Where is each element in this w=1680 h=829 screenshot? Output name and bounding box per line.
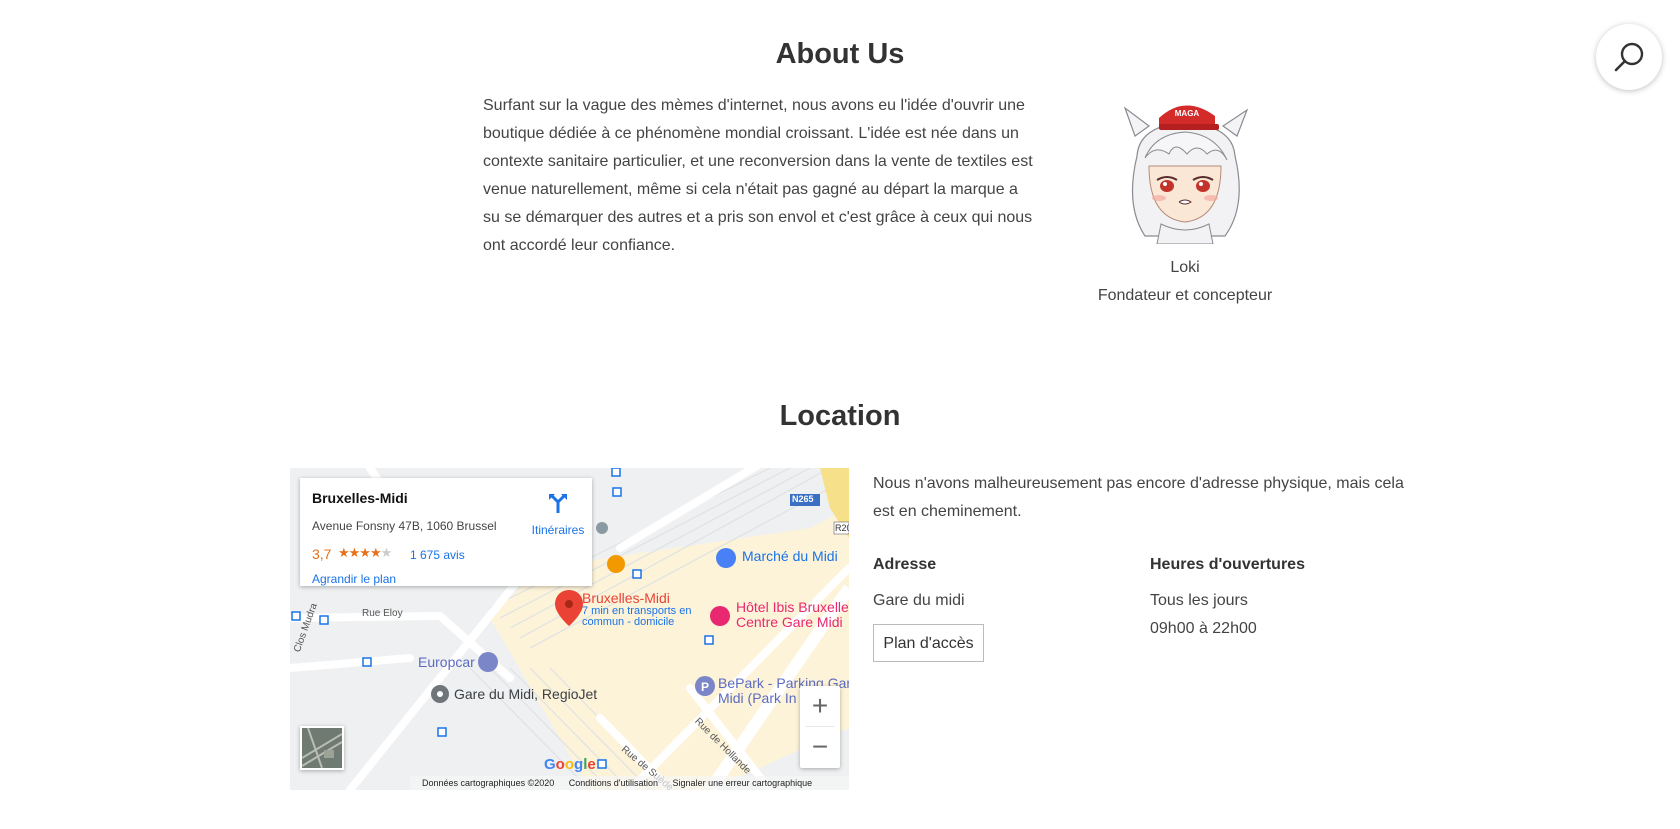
map-label-gare[interactable]: Gare du Midi, RegioJet [454, 686, 597, 702]
google-logo: Google [544, 756, 596, 773]
hours-heading: Heures d'ouvertures [1150, 556, 1305, 573]
map-label-transit: 7 min en transports en commun - domicile [582, 605, 692, 628]
founder-avatar: MAGA [1123, 105, 1249, 244]
svg-text:P: P [701, 680, 709, 694]
map-embed[interactable]: P N265 R20 Marché du Midi Hôtel Ibis Bru… [290, 468, 849, 790]
directions-button[interactable]: Itinéraires [530, 492, 586, 537]
map-label-europcar[interactable]: Europcar [418, 654, 475, 670]
rating-stars: ★★★★★ [338, 545, 392, 560]
zoom-out-button[interactable]: − [800, 727, 840, 767]
location-title: Location [779, 400, 901, 432]
reviews-link[interactable]: 1 675 avis [410, 548, 465, 562]
satellite-preview-icon [302, 728, 342, 768]
map-label-station[interactable]: Bruxelles-Midi [582, 590, 670, 606]
address-value: Gare du midi [873, 592, 965, 609]
map-zoom-controls: + − [800, 686, 840, 768]
location-text: Nous n'avons malheureusement pas encore … [873, 475, 1404, 520]
map-info-card: Bruxelles-Midi Avenue Fonsny 47B, 1060 B… [300, 478, 592, 586]
hours-time: 09h00 à 22h00 [1150, 620, 1257, 637]
enlarge-map-link[interactable]: Agrandir le plan [312, 572, 396, 586]
map-street-eloy: Rue Eloy [362, 608, 403, 619]
map-report-link[interactable]: Signaler une erreur cartographique [673, 778, 813, 788]
map-label-ibis[interactable]: Hôtel Ibis Bruxelle Centre Gare Midi [736, 600, 849, 630]
map-footer: Données cartographiques ©2020 Conditions… [410, 776, 849, 790]
about-text: Surfant sur la vague des mèmes d'interne… [483, 97, 1033, 254]
directions-icon [549, 494, 567, 513]
map-data-credit: Données cartographiques ©2020 [422, 778, 555, 788]
map-terms-link[interactable]: Conditions d'utilisation [569, 778, 658, 788]
place-address: Avenue Fonsny 47B, 1060 Brussel [312, 519, 497, 533]
map-road-n265: N265 [792, 494, 814, 504]
address-heading: Adresse [873, 556, 937, 573]
about-title: About Us [775, 38, 905, 70]
directions-label: Itinéraires [531, 523, 585, 537]
founder-name: Loki [1170, 259, 1200, 276]
zoom-in-button[interactable]: + [800, 686, 840, 726]
satellite-toggle[interactable] [300, 726, 344, 770]
plan-access-button[interactable]: Plan d'accès [873, 624, 984, 662]
hours-days: Tous les jours [1150, 592, 1248, 609]
founder-card: MAGA Loki Fondateur et concepteur [1070, 96, 1300, 310]
place-name: Bruxelles-Midi [312, 490, 408, 506]
map-road-r20: R20 [835, 523, 849, 533]
svg-text:MAGA: MAGA [1175, 109, 1200, 118]
rating-value: 3,7 [312, 546, 332, 562]
map-label-marche[interactable]: Marché du Midi [742, 548, 838, 564]
founder-role: Fondateur et concepteur [1097, 287, 1273, 304]
